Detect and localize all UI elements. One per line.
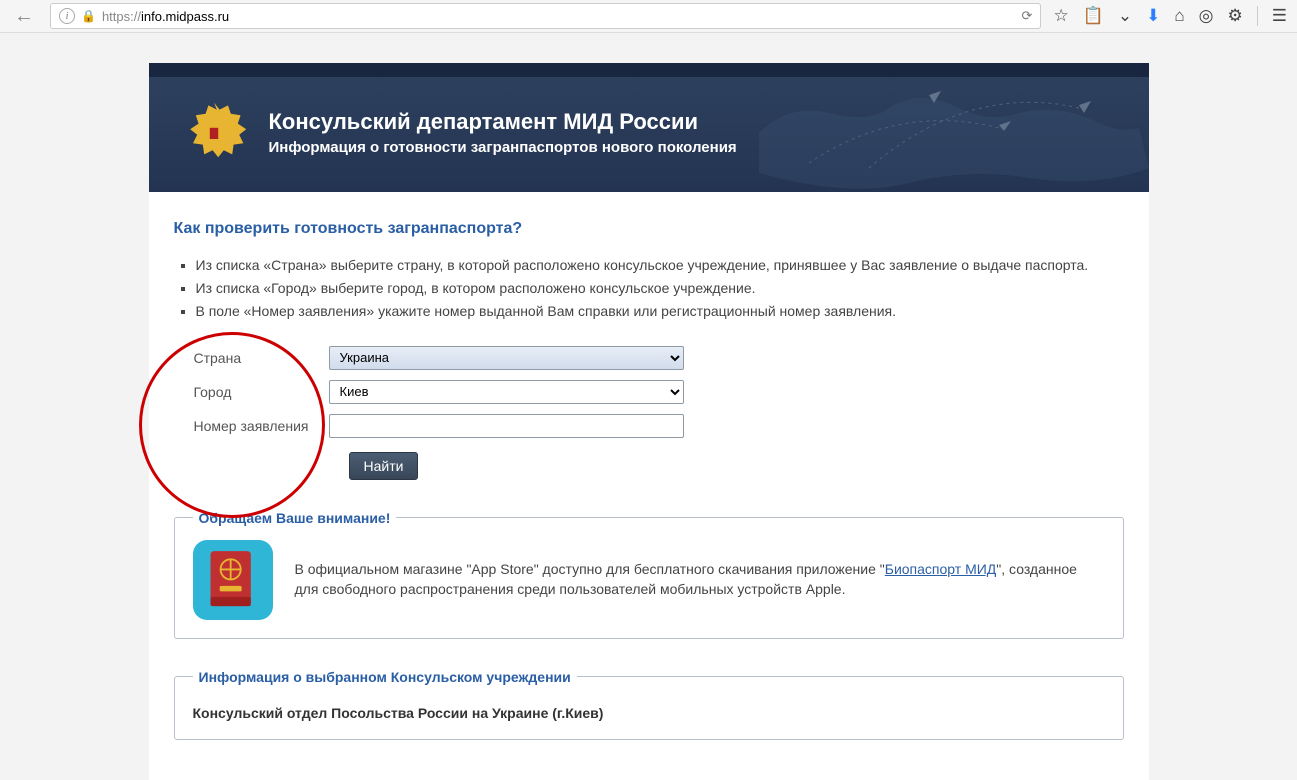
number-input[interactable] — [329, 414, 684, 438]
browser-toolbar: ← i 🔒 https://info.midpass.ru ⟳ ☆ 📋 ⌄ ⬇ … — [0, 0, 1297, 33]
site-title: Консульский департамент МИД России — [269, 109, 737, 135]
app-link[interactable]: Биопаспорт МИД — [885, 561, 997, 577]
site-header: Консульский департамент МИД России Инфор… — [149, 63, 1149, 192]
onion-icon[interactable]: ◎ — [1199, 6, 1214, 26]
consulate-info-box: Информация о выбранном Консульском учреж… — [174, 669, 1124, 740]
city-select[interactable]: Киев — [329, 380, 684, 404]
list-item: Из списка «Страна» выберите страну, в ко… — [196, 256, 1124, 275]
consulate-name: Консульский отдел Посольства России на У… — [193, 705, 1105, 721]
list-item: Из списка «Город» выберите город, в кото… — [196, 279, 1124, 298]
country-label: Страна — [194, 350, 329, 366]
question-heading: Как проверить готовность загранпаспорта? — [174, 220, 1124, 238]
number-label: Номер заявления — [194, 418, 329, 434]
pocket-icon[interactable]: ⌄ — [1118, 6, 1132, 26]
list-item: В поле «Номер заявления» укажите номер в… — [196, 302, 1124, 321]
header-map-decoration — [749, 73, 1149, 192]
home-icon[interactable]: ⌂ — [1174, 6, 1184, 26]
content: Как проверить готовность загранпаспорта?… — [149, 192, 1149, 780]
page: Консульский департамент МИД России Инфор… — [149, 63, 1149, 780]
app-icon — [193, 540, 273, 620]
bug-icon[interactable]: ⚙ — [1228, 6, 1243, 26]
clipboard-icon[interactable]: 📋 — [1083, 6, 1104, 26]
search-form: Страна Украина Город Киев Номер заявлени… — [194, 346, 1124, 480]
toolbar-separator — [1257, 6, 1258, 26]
submit-button[interactable]: Найти — [349, 452, 419, 480]
notice-text: В официальном магазине "App Store" досту… — [295, 560, 1105, 599]
consulate-legend: Информация о выбранном Консульском учреж… — [193, 669, 577, 685]
toolbar-icons: ☆ 📋 ⌄ ⬇ ⌂ ◎ ⚙ ☰ — [1053, 6, 1287, 26]
notice-box: Обращаем Ваше внимание! В офиц — [174, 510, 1124, 639]
menu-icon[interactable]: ☰ — [1272, 6, 1287, 26]
url-text: https://info.midpass.ru — [102, 9, 1016, 24]
reload-icon[interactable]: ⟳ — [1022, 8, 1033, 24]
info-icon[interactable]: i — [59, 8, 75, 24]
country-select[interactable]: Украина — [329, 346, 684, 370]
site-subtitle: Информация о готовности загранпаспортов … — [269, 139, 737, 156]
url-bar[interactable]: i 🔒 https://info.midpass.ru ⟳ — [50, 3, 1041, 29]
star-icon[interactable]: ☆ — [1053, 6, 1068, 26]
download-icon[interactable]: ⬇ — [1146, 6, 1160, 26]
notice-legend: Обращаем Ваше внимание! — [193, 510, 397, 526]
instruction-list: Из списка «Страна» выберите страну, в ко… — [174, 256, 1124, 321]
city-label: Город — [194, 384, 329, 400]
lock-icon: 🔒 — [81, 9, 96, 23]
back-icon[interactable]: ← — [10, 6, 38, 26]
emblem-icon — [179, 97, 249, 167]
